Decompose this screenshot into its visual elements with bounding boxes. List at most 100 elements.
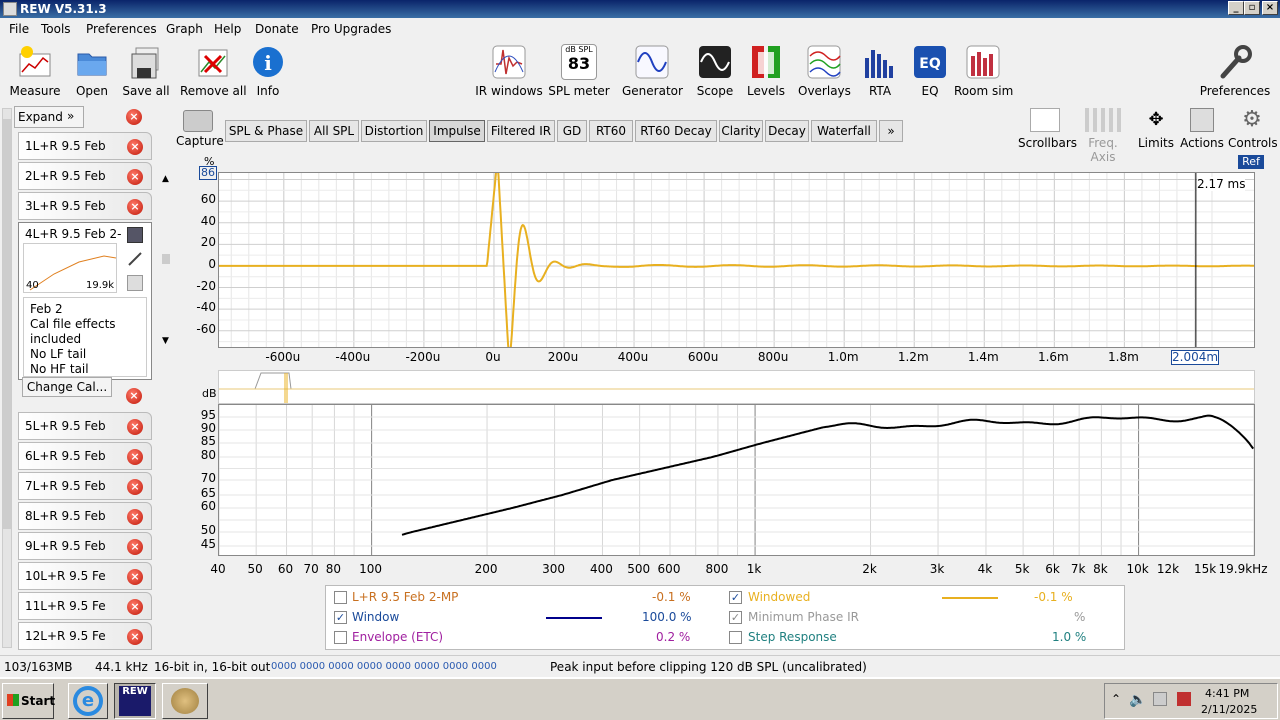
delete-measurement-icon[interactable]: × [127,539,143,555]
levels-button[interactable]: Levels [746,44,786,98]
tab-rt60-decay[interactable]: RT60 Decay [635,120,717,142]
paint-taskbar-button[interactable] [162,683,208,719]
preferences-button[interactable]: Preferences [1198,44,1272,98]
room-sim-button[interactable]: Room sim [954,44,1013,98]
impulse-x-tick: 1.8m [1108,350,1139,364]
scrollbar-thumb[interactable] [3,119,11,529]
capture-button[interactable]: Capture [176,110,224,148]
window-overview-strip[interactable] [218,370,1255,404]
pencil-icon[interactable] [127,251,143,267]
frequency-graph[interactable] [218,404,1255,556]
impulse-top-value[interactable]: 86 [199,166,217,180]
close-window-button[interactable]: × [1262,1,1278,15]
maximize-button[interactable]: ▫ [1244,1,1260,15]
tab-clarity[interactable]: Clarity [719,120,763,142]
legend-checkbox-windowed[interactable]: ✓ [729,591,742,604]
menu-tools[interactable]: Tools [41,22,71,36]
spl-meter-button[interactable]: dB SPL 83 SPL meter [548,44,610,98]
delete-measurement-icon[interactable]: × [126,388,142,404]
impulse-graph[interactable]: 2.17 ms [218,172,1255,348]
menu-graph[interactable]: Graph [166,22,203,36]
minimize-button[interactable]: _ [1228,1,1244,15]
menu-donate[interactable]: Donate [255,22,299,36]
freq-x-tick: 200 [474,562,498,576]
ref-badge[interactable]: Ref [1238,155,1264,169]
legend-checkbox-measurement[interactable] [334,591,347,604]
actions-button[interactable]: Actions [1180,108,1224,150]
measurement-item-10[interactable]: 10L+R 9.5 Feb × [18,562,152,590]
measurement-item-6[interactable]: 6L+R 9.5 Feb × [18,442,152,470]
tab-decay[interactable]: Decay [765,120,809,142]
change-cal-button[interactable]: Change Cal... [22,377,112,397]
measurement-item-9[interactable]: 9L+R 9.5 Feb × [18,532,152,560]
menu-help[interactable]: Help [214,22,241,36]
tab-rt60[interactable]: RT60 [589,120,633,142]
remove-all-button[interactable]: Remove all [180,44,247,98]
menu-bar: File Tools Preferences Graph Help Donate… [0,18,1280,40]
remove-all-measurements-icon[interactable]: × [126,109,142,125]
open-button[interactable]: Open [68,44,116,98]
menu-pro-upgrades[interactable]: Pro Upgrades [311,22,391,36]
legend-checkbox-envelope[interactable] [334,631,347,644]
info-button[interactable]: i Info [250,44,286,98]
legend-checkbox-min-phase[interactable]: ✓ [729,611,742,624]
rta-button[interactable]: RTA [862,44,898,98]
legend-checkbox-window[interactable]: ✓ [334,611,347,624]
measurement-item-4-selected[interactable]: 4L+R 9.5 Feb 2- 40 19.9k Feb 2 Cal file … [18,222,152,380]
legend-checkbox-step[interactable] [729,631,742,644]
delete-measurement-icon[interactable]: × [127,169,143,185]
start-button[interactable]: Start [2,683,55,719]
overlays-button[interactable]: Overlays [798,44,851,98]
notes-icon[interactable] [127,275,143,291]
impulse-vertical-scroll[interactable]: ▲ ▼ [162,172,172,348]
measure-button[interactable]: Measure [8,44,62,98]
tab-more[interactable]: » [879,120,903,142]
delete-measurement-icon[interactable]: × [127,449,143,465]
ie-taskbar-button[interactable]: e [68,683,108,719]
svg-text:EQ: EQ [919,56,941,72]
tab-spl-phase[interactable]: SPL & Phase [225,120,307,142]
measurement-item-3[interactable]: 3L+R 9.5 Feb × [18,192,152,220]
rew-taskbar-button[interactable]: REW [114,683,156,719]
ir-windows-button[interactable]: IR windows [474,44,544,98]
measurement-item-5[interactable]: 5L+R 9.5 Feb × [18,412,152,440]
tab-gd[interactable]: GD [557,120,587,142]
scrollbars-button[interactable]: Scrollbars [1018,108,1077,150]
measurement-item-11[interactable]: 11L+R 9.5 Feb × [18,592,152,620]
eq-button[interactable]: EQ EQ [912,44,948,98]
expand-button[interactable]: Expand » [14,106,84,128]
scope-button[interactable]: Scope [694,44,736,98]
delete-measurement-icon[interactable]: × [127,139,143,155]
delete-measurement-icon[interactable]: × [127,599,143,615]
menu-file[interactable]: File [9,22,29,36]
menu-preferences[interactable]: Preferences [86,22,157,36]
tab-filtered-ir[interactable]: Filtered IR [487,120,555,142]
save-all-button[interactable]: Save all [122,44,170,98]
measurement-item-1[interactable]: 1L+R 9.5 Feb × [18,132,152,160]
measurement-item-2[interactable]: 2L+R 9.5 Feb × [18,162,152,190]
delete-measurement-icon[interactable]: × [127,199,143,215]
limits-button[interactable]: ✥ Limits [1136,108,1176,150]
cursor-x-readout[interactable]: 2.004m [1171,350,1219,365]
tab-distortion[interactable]: Distortion [361,120,427,142]
impulse-y-tick: -60 [196,321,216,336]
measurement-item-7[interactable]: 7L+R 9.5 Feb × [18,472,152,500]
measurement-item-12[interactable]: 12L+R 9.5 Feb × [18,622,152,650]
delete-measurement-icon[interactable]: × [127,509,143,525]
delete-measurement-icon[interactable]: × [127,629,143,645]
delete-measurement-icon[interactable]: × [127,419,143,435]
controls-button[interactable]: ⚙ Controls [1228,108,1278,151]
network-icon[interactable] [1153,692,1167,706]
generator-button[interactable]: Generator [622,44,683,98]
tab-all-spl[interactable]: All SPL [309,120,359,142]
measurement-item-8[interactable]: 8L+R 9.5 Feb × [18,502,152,530]
sidebar-scrollbar[interactable] [2,108,12,648]
delete-measurement-icon[interactable]: × [127,569,143,585]
delete-measurement-icon[interactable]: × [127,479,143,495]
tab-impulse[interactable]: Impulse [429,120,485,142]
speaker-icon[interactable]: 🔈 [1129,692,1146,708]
tab-waterfall[interactable]: Waterfall [811,120,877,142]
alert-icon[interactable] [1177,692,1191,706]
tray-expand-icon[interactable]: ⌃ [1111,692,1121,706]
save-measurement-icon[interactable] [127,227,143,243]
